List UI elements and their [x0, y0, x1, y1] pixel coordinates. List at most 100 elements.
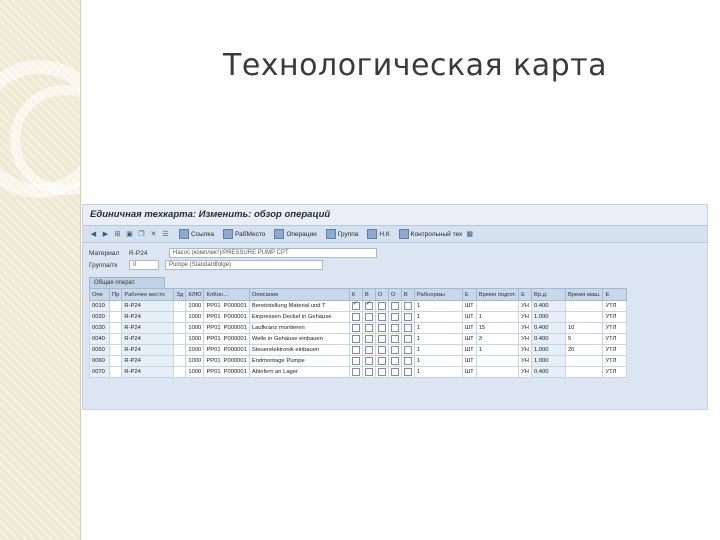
- flag-checkbox[interactable]: [374, 322, 389, 334]
- table-row[interactable]: 0030 R-P24 1000 PP01 P000001 Laufkranz montie…: [89, 322, 628, 334]
- work-center-cell[interactable]: R-P24: [121, 366, 175, 378]
- column-header[interactable]: О: [374, 288, 389, 301]
- checkbox[interactable]: [351, 346, 360, 354]
- checkbox[interactable]: [364, 302, 373, 310]
- link-button[interactable]: Ссылка: [179, 229, 214, 239]
- machine-time-cell[interactable]: [564, 355, 604, 367]
- copy-icon[interactable]: ❐: [137, 230, 146, 239]
- machine-time-cell[interactable]: 5: [564, 333, 604, 345]
- checkbox[interactable]: [377, 368, 386, 376]
- table-row[interactable]: 0060 R-P24 1000 PP01 P000001 Endmontage Pumpe…: [89, 355, 628, 367]
- checkbox[interactable]: [390, 346, 399, 354]
- base-quantity-cell[interactable]: 1: [413, 322, 463, 334]
- flag-checkbox[interactable]: [400, 355, 415, 367]
- flag-checkbox[interactable]: [361, 344, 376, 356]
- unit-cell[interactable]: ШТ: [461, 366, 477, 378]
- flag-checkbox[interactable]: [361, 355, 376, 367]
- work-center-cell[interactable]: R-P24: [121, 344, 175, 356]
- setup-time-cell[interactable]: [475, 355, 520, 367]
- setup-time-cell[interactable]: 1: [475, 311, 520, 323]
- flag-checkbox[interactable]: [374, 333, 389, 345]
- forward-icon[interactable]: ▶: [101, 230, 110, 239]
- operation-cell[interactable]: 0050: [89, 344, 110, 356]
- unit-cell[interactable]: ШТ: [461, 344, 477, 356]
- work-center-cell[interactable]: R-P24: [121, 355, 175, 367]
- column-header[interactable]: Зд: [173, 288, 187, 301]
- table-row[interactable]: 0040 R-P24 1000 PP01 P000001 Welle in Gehäuse…: [89, 333, 628, 345]
- empty-cell[interactable]: [108, 300, 123, 312]
- flag-checkbox[interactable]: [348, 344, 363, 356]
- setup-time-cell[interactable]: 3: [475, 333, 520, 345]
- column-header[interactable]: К: [348, 288, 363, 301]
- column-header[interactable]: КЛЮ: [185, 288, 205, 301]
- unit-cell[interactable]: УН: [518, 322, 532, 334]
- machine-time-cell[interactable]: [564, 311, 604, 323]
- delete-icon[interactable]: ✕: [149, 230, 158, 239]
- flag-checkbox[interactable]: [361, 322, 376, 334]
- save-icon[interactable]: ▣: [125, 230, 134, 239]
- work-center-cell[interactable]: R-P24: [121, 322, 175, 334]
- setup-time-cell[interactable]: [475, 366, 520, 378]
- control-key-cell[interactable]: PP01 P000001: [203, 300, 250, 312]
- setup-time-cell[interactable]: [475, 300, 520, 312]
- checkbox[interactable]: [390, 302, 399, 310]
- checkbox[interactable]: [364, 357, 373, 365]
- base-quantity-cell[interactable]: 1: [413, 311, 463, 323]
- base-quantity-cell[interactable]: 1: [413, 344, 463, 356]
- grid-icon[interactable]: ▦: [465, 230, 474, 239]
- flag-checkbox[interactable]: [387, 300, 402, 312]
- work-center-button[interactable]: РабМесто: [223, 229, 265, 239]
- column-header[interactable]: Рабочее место: [121, 288, 175, 301]
- plant-cell[interactable]: 1000: [185, 300, 205, 312]
- empty-cell[interactable]: [108, 355, 123, 367]
- nk-button[interactable]: Н.К: [367, 229, 390, 239]
- checkbox[interactable]: [403, 346, 412, 354]
- flag-checkbox[interactable]: [348, 355, 363, 367]
- operation-cell[interactable]: 0040: [89, 333, 110, 345]
- time-value-cell[interactable]: 1.000: [530, 355, 566, 367]
- unit-cell[interactable]: ШТ: [461, 333, 477, 345]
- checkbox[interactable]: [377, 313, 386, 321]
- time-value-cell[interactable]: 0.400: [530, 322, 566, 334]
- setup-time-cell[interactable]: 1: [475, 344, 520, 356]
- unit-cell[interactable]: ШТ: [461, 311, 477, 323]
- control-button[interactable]: Контрольный тех: [398, 229, 462, 239]
- column-header[interactable]: Время подгот.: [475, 288, 520, 301]
- description-cell[interactable]: Steuerelektronik einbauen: [248, 344, 350, 356]
- checkbox[interactable]: [390, 357, 399, 365]
- flag-checkbox[interactable]: [348, 333, 363, 345]
- checkbox[interactable]: [351, 324, 360, 332]
- operation-cell[interactable]: 0070: [89, 366, 110, 378]
- column-header[interactable]: О: [387, 288, 402, 301]
- plant-cell[interactable]: 1000: [185, 322, 205, 334]
- checkbox[interactable]: [377, 357, 386, 365]
- checkbox[interactable]: [403, 302, 412, 310]
- checkbox[interactable]: [377, 346, 386, 354]
- table-row[interactable]: 0010 R-P24 1000 PP01 P000001 Bereitstellung M…: [89, 300, 628, 312]
- unit-cell[interactable]: УН: [518, 333, 532, 345]
- group-counter-field[interactable]: 0: [129, 260, 159, 270]
- checkbox[interactable]: [364, 335, 373, 343]
- empty-cell[interactable]: [108, 366, 123, 378]
- flag-checkbox[interactable]: [361, 333, 376, 345]
- empty-cell[interactable]: [108, 333, 123, 345]
- unit-cell[interactable]: УН: [518, 311, 532, 323]
- machine-time-cell[interactable]: [564, 300, 604, 312]
- column-header[interactable]: Рабнормы: [413, 288, 463, 301]
- unit-cell[interactable]: УТЛ: [602, 300, 628, 312]
- machine-time-cell[interactable]: [564, 366, 604, 378]
- time-value-cell[interactable]: 1.000: [530, 344, 566, 356]
- flag-checkbox[interactable]: [348, 366, 363, 378]
- flag-checkbox[interactable]: [400, 300, 415, 312]
- control-key-cell[interactable]: PP01 P000001: [203, 344, 250, 356]
- empty-cell[interactable]: [173, 355, 187, 367]
- plant-cell[interactable]: 1000: [185, 344, 205, 356]
- plant-cell[interactable]: 1000: [185, 311, 205, 323]
- flag-checkbox[interactable]: [361, 311, 376, 323]
- operation-cell[interactable]: 0060: [89, 355, 110, 367]
- description-cell[interactable]: Endmontage Pumpe: [248, 355, 350, 367]
- checkbox[interactable]: [377, 335, 386, 343]
- column-header[interactable]: В: [400, 288, 415, 301]
- description-cell[interactable]: Bereitstellung Material und T: [248, 300, 350, 312]
- flag-checkbox[interactable]: [361, 300, 376, 312]
